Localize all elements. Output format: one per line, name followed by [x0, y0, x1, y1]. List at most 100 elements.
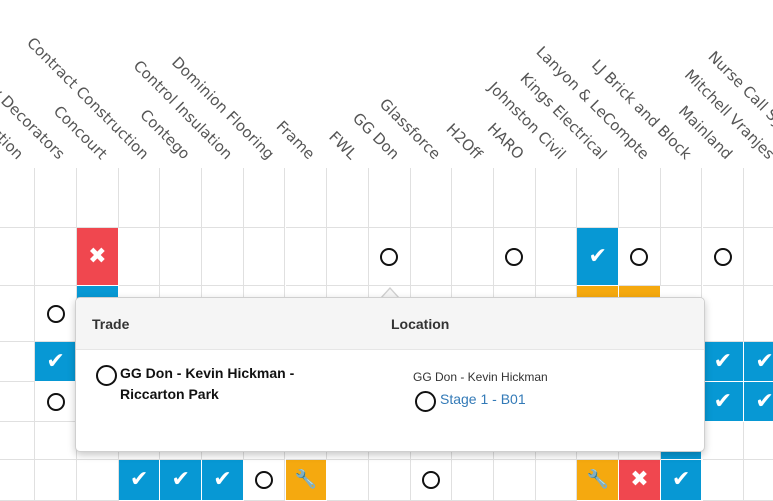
empty-circle-icon — [255, 471, 274, 489]
grid-cell — [35, 460, 77, 501]
grid-cell — [160, 168, 203, 228]
empty-circle-icon — [505, 247, 524, 266]
location-company: GG Don - Kevin Hickman — [413, 370, 548, 384]
location-column-header: Location — [391, 316, 450, 332]
grid-cell[interactable] — [368, 228, 411, 286]
grid-cell — [452, 168, 494, 228]
grid-cell[interactable]: ✔ — [35, 342, 77, 382]
location-status-circle-icon[interactable] — [415, 391, 436, 412]
grid-cell — [702, 460, 745, 501]
grid-cell — [327, 168, 369, 228]
grid-cell — [285, 228, 328, 286]
grid-cell[interactable]: ✔ — [160, 460, 203, 501]
grid-cell — [118, 168, 161, 228]
grid-cell[interactable] — [35, 382, 77, 422]
grid-cell[interactable] — [243, 460, 286, 501]
empty-circle-icon — [380, 247, 399, 266]
grid-cell[interactable]: ✔ — [577, 228, 620, 286]
grid-cell — [202, 228, 244, 286]
grid-cell — [118, 228, 161, 286]
grid-cell — [494, 168, 536, 228]
trade-status-circle-icon[interactable] — [96, 365, 117, 386]
grid-cell[interactable]: ✔ — [118, 460, 161, 501]
trade-name: GG Don - Kevin Hickman - Riccarton Park — [120, 365, 295, 402]
grid-cell[interactable]: ✖ — [77, 228, 119, 286]
grid-cell — [35, 228, 77, 286]
grid-cell[interactable]: ✔ — [744, 342, 773, 382]
grid-cell — [0, 382, 36, 422]
grid-cell — [535, 460, 578, 501]
grid-cell — [535, 228, 578, 286]
popover-header: Trade Location — [76, 298, 704, 350]
grid-cell — [410, 168, 453, 228]
check-icon: ✔ — [171, 467, 190, 492]
check-icon: ✔ — [129, 467, 149, 492]
grid-cell — [285, 168, 328, 228]
grid-cell — [0, 228, 36, 286]
grid-cell[interactable] — [619, 228, 661, 286]
grid-cell — [35, 168, 77, 228]
grid-cell[interactable]: ✔ — [744, 382, 773, 422]
grid-cell — [368, 168, 411, 228]
grid-cell — [243, 168, 286, 228]
grid-cell — [744, 460, 773, 501]
check-icon: ✔ — [755, 388, 773, 414]
grid-cell — [368, 460, 411, 501]
check-icon: ✔ — [713, 388, 733, 414]
column-headers: Clearwater ConstructionColony Decorators… — [0, 0, 773, 168]
grid-cell — [243, 228, 286, 286]
check-icon: ✔ — [713, 348, 733, 374]
grid-cell — [0, 168, 36, 228]
grid-cell — [327, 460, 369, 501]
grid-cell — [744, 168, 773, 228]
column-header: H2Off — [442, 119, 486, 163]
grid-cell — [744, 228, 773, 286]
grid-cell[interactable] — [702, 228, 745, 286]
check-icon: ✔ — [755, 348, 773, 374]
grid-cell[interactable]: ✔ — [702, 342, 745, 382]
grid-cell — [702, 286, 745, 342]
grid-cell — [744, 286, 773, 342]
grid-cell[interactable] — [410, 460, 453, 501]
grid-cell — [160, 228, 203, 286]
column-header: Frame — [273, 117, 319, 163]
column-header: FWL — [325, 127, 361, 163]
x-icon: ✖ — [88, 243, 107, 269]
grid-cell[interactable] — [494, 228, 536, 286]
grid-cell[interactable]: 🔧 — [285, 460, 328, 501]
empty-circle-icon — [46, 392, 65, 411]
empty-circle-icon — [713, 247, 732, 266]
grid-cell — [410, 228, 453, 286]
grid-cell — [452, 228, 494, 286]
check-icon: ✔ — [213, 467, 232, 492]
grid-cell — [35, 422, 77, 460]
grid-cell — [452, 460, 494, 501]
grid-cell[interactable]: ✖ — [619, 460, 661, 501]
grid-cell — [0, 422, 36, 460]
grid-cell — [77, 460, 119, 501]
grid-cell[interactable]: ✔ — [702, 382, 745, 422]
grid-cell — [660, 228, 703, 286]
grid-cell — [702, 168, 745, 228]
grid-cell[interactable]: 🔧 — [577, 460, 620, 501]
empty-circle-icon — [421, 471, 440, 489]
grid-cell — [202, 168, 244, 228]
trade-popover: Trade Location GG Don - Kevin Hickman - … — [75, 297, 705, 452]
grid-cell — [577, 168, 620, 228]
x-icon: ✖ — [630, 467, 649, 492]
trade-column-header: Trade — [92, 316, 130, 332]
grid-cell — [0, 286, 36, 342]
check-icon: ✔ — [46, 348, 65, 374]
grid-cell — [702, 422, 745, 460]
grid-cell — [619, 168, 661, 228]
grid-cell[interactable]: ✔ — [202, 460, 244, 501]
grid-cell — [327, 228, 369, 286]
grid-cell[interactable]: ✔ — [660, 460, 703, 501]
grid-cell — [744, 422, 773, 460]
wrench-icon: 🔧 — [586, 469, 609, 490]
grid-cell[interactable] — [35, 286, 77, 342]
grid-cell — [0, 342, 36, 382]
grid-cell — [77, 168, 119, 228]
location-stage-link[interactable]: Stage 1 - B01 — [440, 391, 526, 407]
check-icon: ✔ — [671, 467, 691, 492]
